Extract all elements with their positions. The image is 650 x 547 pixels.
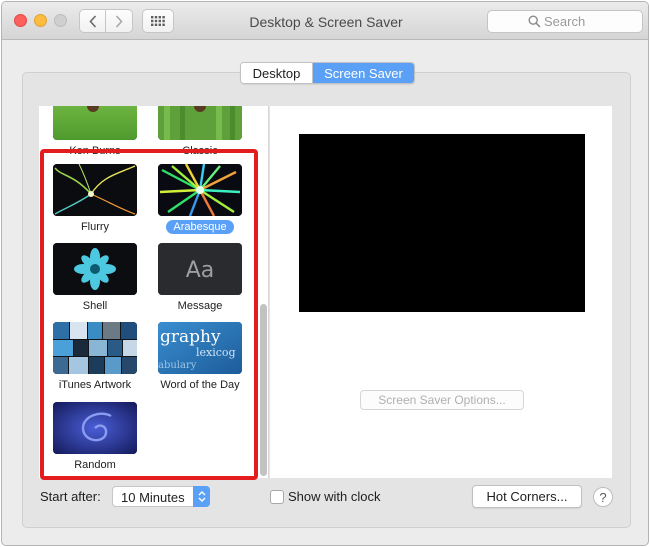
- word-of-the-day-thumbnail: graphy lexicog abulary: [158, 322, 242, 374]
- help-button[interactable]: ?: [593, 487, 613, 507]
- tab-desktop[interactable]: Desktop: [241, 63, 313, 83]
- tab-screen-saver[interactable]: Screen Saver: [313, 63, 414, 83]
- start-after-label: Start after:: [40, 489, 101, 504]
- screen-saver-list[interactable]: Ken Burns Classic Flurry Arabesque Shell…: [39, 106, 269, 478]
- arabesque-label: Arabesque: [144, 220, 256, 234]
- flurry-thumbnail: [53, 164, 137, 216]
- arabesque-label-text: Arabesque: [166, 220, 234, 234]
- word-thumbnail-line3: abulary: [158, 360, 197, 371]
- message-thumbnail-text: Aa: [186, 258, 215, 283]
- list-scrollbar[interactable]: [258, 106, 269, 478]
- start-after-value: 10 Minutes: [121, 490, 185, 505]
- hot-corners-button[interactable]: Hot Corners...: [472, 485, 582, 508]
- up-down-chevron-icon: [198, 491, 205, 502]
- ken-burns-thumbnail: [53, 106, 137, 140]
- shell-thumbnail: [53, 243, 137, 295]
- word-thumbnail-line1: graphy: [160, 327, 221, 347]
- search-input[interactable]: [544, 14, 639, 29]
- classic-label: Classic: [182, 145, 218, 157]
- ken-burns-label: Ken Burns: [69, 145, 121, 157]
- classic-thumbnail: [158, 106, 242, 140]
- random-label: Random: [74, 459, 116, 471]
- preview-pane: Screen Saver Options...: [270, 106, 612, 478]
- word-of-the-day-label: Word of the Day: [160, 379, 240, 391]
- bottom-controls: Start after: 10 Minutes Show with clock …: [2, 482, 648, 512]
- random-thumbnail: [53, 402, 137, 454]
- itunes-artwork-thumbnail: [53, 322, 137, 374]
- search-icon: [528, 15, 541, 28]
- screen-saver-options-button[interactable]: Screen Saver Options...: [360, 390, 524, 410]
- select-arrows: [193, 486, 210, 507]
- message-label: Message: [177, 300, 223, 312]
- pane-tabs: Desktop Screen Saver: [240, 62, 415, 84]
- search-field[interactable]: [487, 10, 643, 33]
- show-clock-label[interactable]: Show with clock: [288, 489, 380, 504]
- scrollbar-thumb[interactable]: [260, 304, 267, 476]
- title-bar: Desktop & Screen Saver: [2, 2, 648, 40]
- show-clock-checkbox[interactable]: [270, 490, 284, 504]
- word-thumbnail-line2: lexicog: [196, 346, 236, 359]
- shell-label: Shell: [82, 300, 108, 312]
- system-preferences-window: Desktop & Screen Saver Desktop Screen Sa…: [1, 1, 649, 546]
- itunes-artwork-label: iTunes Artwork: [58, 379, 132, 391]
- arabesque-thumbnail: [158, 164, 242, 216]
- start-after-select[interactable]: 10 Minutes: [112, 486, 210, 507]
- preview-screen: [299, 134, 585, 312]
- message-thumbnail: Aa: [158, 243, 242, 295]
- flurry-label: Flurry: [80, 221, 110, 233]
